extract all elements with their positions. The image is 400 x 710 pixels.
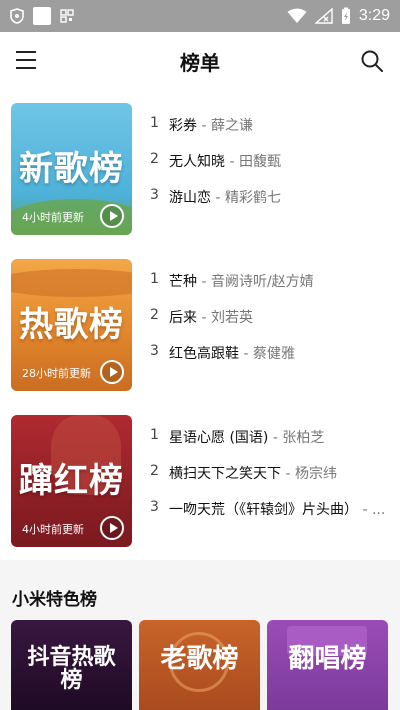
app-bar: 榜单	[0, 32, 400, 90]
song-item[interactable]: 2 无人知晓 - 田馥甄	[150, 151, 390, 187]
song-title: 横扫天下之笑天下	[169, 466, 281, 482]
song-artist: 刘若英	[210, 310, 253, 326]
song-title: 后来	[169, 310, 197, 326]
ranking-update-text: 28小时前更新	[22, 367, 91, 380]
song-rank: 3	[150, 343, 159, 359]
tile-oldies[interactable]: 老歌榜	[139, 620, 260, 710]
song-title: 游山恋	[169, 190, 211, 206]
ranking-cover-title: 热歌榜	[19, 305, 124, 345]
song-artist: 田馥甄	[238, 154, 281, 170]
song-rank: 2	[150, 307, 159, 323]
song-rank: 3	[150, 499, 159, 515]
page-title: 榜单	[180, 50, 220, 75]
ranking-card-rising[interactable]: 蹿红榜 4小时前更新 1 星语心愿 (国语) - 张柏芝 2 横扫天下之笑天下 …	[0, 415, 400, 547]
ranking-song-list: 1 彩券 - 薛之谦 2 无人知晓 - 田馥甄 3 游山恋 - 精彩鹤七	[150, 115, 390, 223]
song-title: 一吻天荒（《轩辕剑》片头曲）	[169, 502, 358, 518]
ranking-song-list: 1 星语心愿 (国语) - 张柏芝 2 横扫天下之笑天下 - 杨宗纬 3 一吻天…	[150, 427, 390, 535]
song-rank: 1	[150, 271, 159, 287]
ranking-cover-title: 新歌榜	[19, 149, 124, 189]
song-title: 芒种	[169, 274, 197, 290]
qr-code-icon	[60, 9, 74, 23]
ranking-card-hot[interactable]: 热歌榜 28小时前更新 1 芒种 - 音阙诗听/赵方婧 2 后来 - 刘若英 3…	[0, 259, 400, 391]
song-artist: 杨宗纬	[294, 466, 337, 482]
song-item[interactable]: 1 彩券 - 薛之谦	[150, 115, 390, 151]
song-title: 星语心愿 (国语)	[169, 430, 269, 446]
battery-icon	[341, 7, 350, 24]
tile-title: 翻唱榜	[288, 644, 367, 674]
song-item[interactable]: 3 红色高跟鞋 - 蔡健雅	[150, 343, 390, 379]
play-icon[interactable]	[100, 360, 124, 384]
status-bar: 3:29	[0, 0, 400, 32]
ranking-update-text: 4小时前更新	[22, 523, 84, 536]
song-rank: 1	[150, 115, 159, 131]
tile-douyin-hot[interactable]: 抖音热歌榜	[11, 620, 132, 710]
ranking-update-text: 4小时前更新	[22, 211, 84, 224]
section-title: 小米特色榜	[12, 590, 97, 610]
song-item[interactable]: 2 后来 - 刘若英	[150, 307, 390, 343]
ranking-list: 新歌榜 4小时前更新 1 彩券 - 薛之谦 2 无人知晓 - 田馥甄 3 游山恋…	[0, 90, 400, 560]
song-rank: 3	[150, 187, 159, 203]
song-artist: 音阙诗听/赵方婧	[210, 274, 314, 290]
menu-icon[interactable]	[16, 51, 38, 71]
app-notification-icon	[33, 7, 51, 25]
song-rank: 2	[150, 151, 159, 167]
tile-title: 抖音热歌榜	[27, 644, 116, 694]
ranking-cover-new[interactable]: 新歌榜 4小时前更新	[11, 103, 132, 235]
signal-icon	[314, 8, 333, 24]
wifi-icon	[287, 8, 307, 23]
song-rank: 1	[150, 427, 159, 443]
tile-title: 老歌榜	[160, 644, 239, 674]
song-item[interactable]: 3 一吻天荒（《轩辕剑》片头曲） - ...	[150, 499, 390, 535]
song-artist: 蔡健雅	[252, 346, 295, 362]
song-artist: 张柏芝	[282, 430, 325, 446]
ranking-cover-title: 蹿红榜	[19, 461, 124, 501]
search-icon[interactable]	[360, 49, 384, 73]
status-time: 3:29	[358, 7, 390, 24]
play-icon[interactable]	[100, 516, 124, 540]
song-title: 无人知晓	[169, 154, 225, 170]
song-item[interactable]: 2 横扫天下之笑天下 - 杨宗纬	[150, 463, 390, 499]
ranking-cover-hot[interactable]: 热歌榜 28小时前更新	[11, 259, 132, 391]
song-rank: 2	[150, 463, 159, 479]
shield-icon	[10, 8, 24, 24]
song-title: 彩券	[169, 118, 197, 134]
song-item[interactable]: 1 星语心愿 (国语) - 张柏芝	[150, 427, 390, 463]
song-item[interactable]: 3 游山恋 - 精彩鹤七	[150, 187, 390, 223]
ranking-cover-rising[interactable]: 蹿红榜 4小时前更新	[11, 415, 132, 547]
play-icon[interactable]	[100, 204, 124, 228]
ranking-song-list: 1 芒种 - 音阙诗听/赵方婧 2 后来 - 刘若英 3 红色高跟鞋 - 蔡健雅	[150, 271, 390, 379]
song-artist: 薛之谦	[210, 118, 253, 134]
ranking-card-new[interactable]: 新歌榜 4小时前更新 1 彩券 - 薛之谦 2 无人知晓 - 田馥甄 3 游山恋…	[0, 103, 400, 235]
song-artist: ...	[371, 502, 386, 518]
song-item[interactable]: 1 芒种 - 音阙诗听/赵方婧	[150, 271, 390, 307]
song-title: 红色高跟鞋	[169, 346, 239, 362]
tile-cover[interactable]: 翻唱榜	[267, 620, 388, 710]
song-artist: 精彩鹤七	[224, 190, 281, 206]
